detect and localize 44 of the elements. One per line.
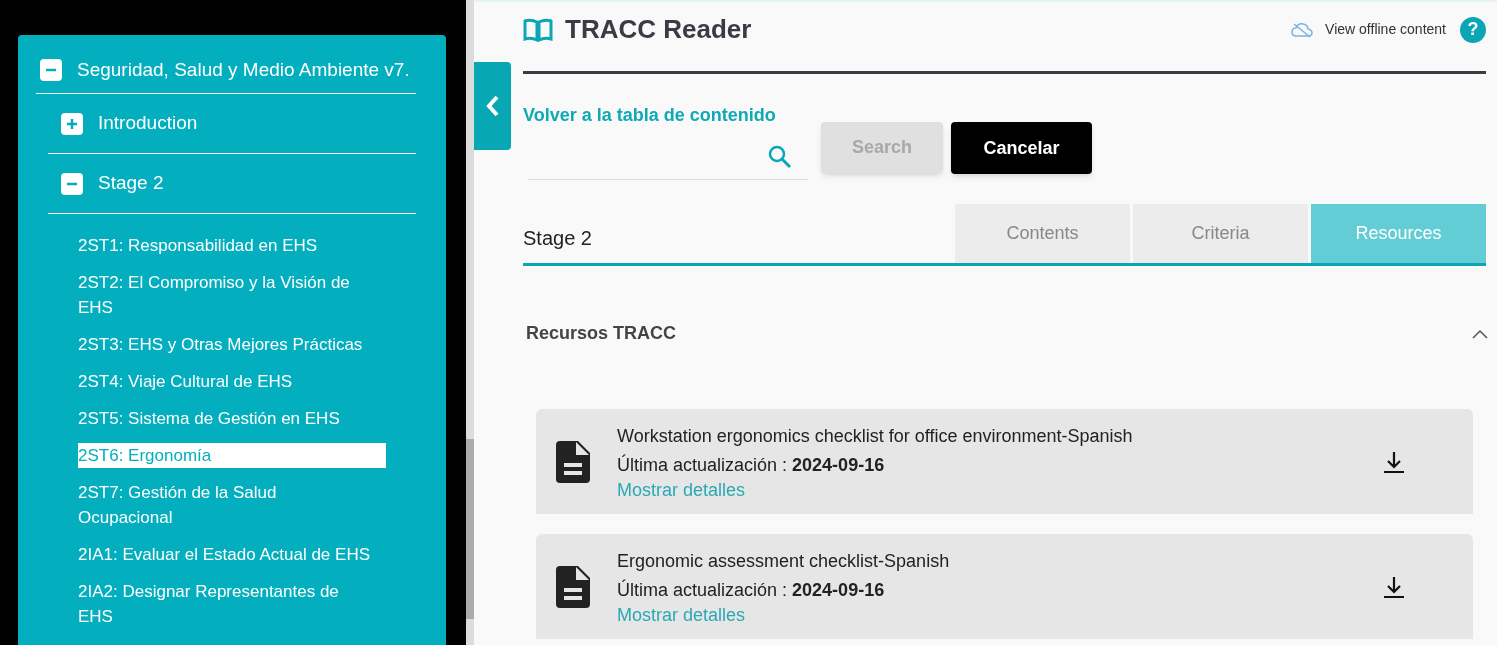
- download-icon: [1383, 449, 1405, 474]
- tree-leaf-link[interactable]: 2ST4: Viaje Cultural de EHS: [78, 369, 386, 394]
- download-button[interactable]: [1383, 574, 1405, 599]
- cloud-off-icon: [1291, 21, 1314, 38]
- collapse-sidebar-button[interactable]: [474, 62, 511, 150]
- stage-title: Stage 2: [523, 226, 593, 251]
- section-title: Recursos TRACC: [526, 322, 678, 345]
- tree-leaf-link[interactable]: 2IA1: Evaluar el Estado Actual de EHS: [78, 542, 386, 567]
- chevron-left-icon: [485, 95, 500, 117]
- tab[interactable]: Contents: [955, 204, 1130, 263]
- last-updated-text: Última actualización : 2024-09-16: [617, 578, 886, 602]
- tree-leaf-link[interactable]: 2IA2: Designar Representantes de EHS: [78, 579, 386, 629]
- resource-title: Workstation ergonomics checklist for office environment-Spanish: [617, 425, 1134, 448]
- tree-node-label[interactable]: Seguridad, Salud y Medio Ambiente v7.: [77, 55, 410, 85]
- last-updated-text: Última actualización : 2024-09-16: [617, 453, 886, 477]
- resource-title: Ergonomic assessment checklist-Spanish: [617, 550, 951, 573]
- tab[interactable]: Resources: [1311, 204, 1486, 263]
- download-icon: [1383, 574, 1405, 599]
- app-title: TRACC Reader: [565, 13, 752, 46]
- tab[interactable]: Criteria: [1133, 204, 1308, 263]
- scrollbar-thumb[interactable]: [466, 439, 474, 619]
- document-icon: [556, 440, 590, 483]
- show-details-link[interactable]: Mostrar detalles: [617, 480, 746, 500]
- cancel-button[interactable]: Cancelar: [951, 122, 1092, 174]
- collapse-toggle-icon[interactable]: [40, 59, 62, 81]
- offline-content-link[interactable]: View offline content: [1325, 19, 1446, 40]
- search-icon: [768, 144, 792, 169]
- tree-leaf-link[interactable]: 2ST7: Gestión de la Salud Ocupacional: [78, 480, 386, 530]
- tree-leaf-link[interactable]: 2ST1: Responsabilidad en EHS: [78, 233, 386, 258]
- tree-leaf-link[interactable]: 2ST2: El Compromiso y la Visión de EHS: [78, 270, 386, 320]
- tree-node-label[interactable]: Introduction: [98, 109, 198, 138]
- help-button[interactable]: ?: [1460, 16, 1486, 43]
- show-details-link[interactable]: Mostrar detalles: [617, 605, 746, 625]
- tree-leaf-link[interactable]: 2ST3: EHS y Otras Mejores Prácticas: [78, 332, 386, 357]
- collapse-toggle-icon[interactable]: [61, 172, 83, 195]
- tree-leaf-link[interactable]: 2ST5: Sistema de Gestión en EHS: [78, 406, 386, 431]
- scrollbar[interactable]: [466, 0, 474, 645]
- document-icon: [556, 565, 590, 608]
- tree-leaf-link[interactable]: 2ST6: Ergonomía: [78, 443, 386, 468]
- download-button[interactable]: [1383, 449, 1405, 474]
- book-icon: [523, 17, 553, 42]
- tree-node-label[interactable]: Stage 2: [98, 169, 164, 198]
- chevron-up-icon[interactable]: [1472, 328, 1488, 339]
- expand-toggle-icon[interactable]: [61, 112, 83, 135]
